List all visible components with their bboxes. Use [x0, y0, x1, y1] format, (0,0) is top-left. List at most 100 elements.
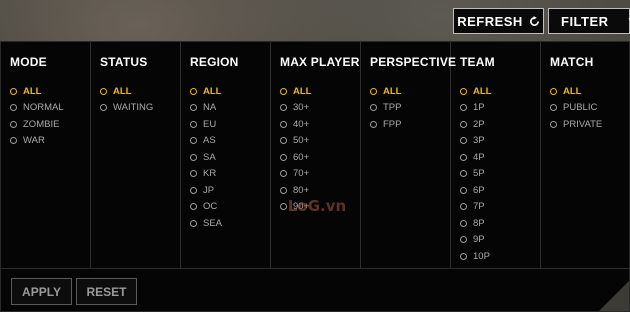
option-team-10p[interactable]: 10P: [460, 248, 540, 265]
column-title-team: TEAM: [460, 55, 495, 69]
filter-columns: MODE ALL NORMAL ZOMBIE WAR STATUS ALL WAITING RE…: [1, 42, 629, 268]
option-region-all[interactable]: ALL: [190, 83, 270, 100]
reset-button[interactable]: RESET: [76, 278, 137, 305]
option-region-sea[interactable]: SEA: [190, 215, 270, 232]
option-label: OC: [203, 201, 218, 213]
filter-column-perspective: PERSPECTIVE ALL TPP FPP: [361, 42, 457, 268]
radio-icon: [100, 104, 107, 112]
radio-icon: [370, 104, 377, 112]
radio-icon: [190, 87, 197, 95]
option-label: 40+: [293, 118, 310, 130]
option-label: ALL: [293, 85, 312, 97]
option-mode-zombie[interactable]: ZOMBIE: [10, 116, 90, 133]
option-team-3p[interactable]: 3P: [460, 133, 540, 150]
option-max-player-all[interactable]: ALL: [280, 83, 360, 100]
panel-corner-cut: [599, 281, 629, 311]
option-max-player-90[interactable]: 90+: [280, 199, 360, 216]
option-mode-war[interactable]: WAR: [10, 133, 90, 150]
filter-label: FILTER: [561, 13, 609, 29]
option-mode-normal[interactable]: NORMAL: [10, 100, 90, 117]
radio-icon: [460, 170, 467, 178]
option-team-1p[interactable]: 1P: [460, 100, 540, 117]
option-label: SEA: [203, 217, 223, 229]
option-label: 80+: [293, 184, 310, 196]
option-max-player-80[interactable]: 80+: [280, 182, 360, 199]
option-label: ALL: [203, 85, 222, 97]
filter-button[interactable]: FILTER ▼: [548, 8, 630, 34]
column-title-match: MATCH: [550, 55, 594, 69]
radio-icon: [550, 120, 557, 128]
option-label: TPP: [383, 102, 402, 114]
radio-icon: [370, 87, 377, 95]
option-match-all[interactable]: ALL: [550, 83, 629, 100]
option-match-private[interactable]: PRIVATE: [550, 116, 629, 133]
radio-icon: [280, 120, 287, 128]
radio-icon: [280, 203, 287, 211]
option-label: WAITING: [113, 102, 154, 114]
option-label: 70+: [293, 168, 310, 180]
radio-icon: [460, 153, 467, 161]
option-perspective-all[interactable]: ALL: [370, 83, 450, 100]
option-label: PUBLIC: [563, 102, 598, 114]
option-status-all[interactable]: ALL: [100, 83, 180, 100]
option-team-7p[interactable]: 7P: [460, 199, 540, 216]
column-title-mode: MODE: [10, 55, 47, 69]
option-label: SA: [203, 151, 216, 163]
option-team-4p[interactable]: 4P: [460, 149, 540, 166]
option-label: 2P: [473, 118, 485, 130]
option-mode-all[interactable]: ALL: [10, 83, 90, 100]
option-match-public[interactable]: PUBLIC: [550, 100, 629, 117]
option-perspective-fpp[interactable]: FPP: [370, 116, 450, 133]
option-region-eu[interactable]: EU: [190, 116, 270, 133]
option-team-2p[interactable]: 2P: [460, 116, 540, 133]
option-region-kr[interactable]: KR: [190, 166, 270, 183]
option-team-5p[interactable]: 5P: [460, 166, 540, 183]
option-label: 3P: [473, 135, 485, 147]
radio-icon: [460, 104, 467, 112]
radio-icon: [100, 87, 107, 95]
column-title-region: REGION: [190, 55, 239, 69]
option-max-player-50[interactable]: 50+: [280, 133, 360, 150]
radio-icon: [190, 186, 197, 194]
radio-icon: [280, 87, 287, 95]
option-perspective-tpp[interactable]: TPP: [370, 100, 450, 117]
filter-actions: APPLY RESET: [1, 268, 629, 311]
option-team-all[interactable]: ALL: [460, 83, 540, 100]
option-region-na[interactable]: NA: [190, 100, 270, 117]
radio-icon: [190, 170, 197, 178]
option-max-player-30[interactable]: 30+: [280, 100, 360, 117]
option-label: FPP: [383, 118, 402, 130]
option-label: 10P: [473, 250, 490, 262]
option-team-9p[interactable]: 9P: [460, 232, 540, 249]
option-label: 5P: [473, 168, 485, 180]
option-region-oc[interactable]: OC: [190, 199, 270, 216]
option-team-8p[interactable]: 8P: [460, 215, 540, 232]
option-region-sa[interactable]: SA: [190, 149, 270, 166]
column-title-perspective: PERSPECTIVE: [370, 55, 457, 69]
option-max-player-60[interactable]: 60+: [280, 149, 360, 166]
apply-button[interactable]: APPLY: [11, 278, 72, 305]
caret-down-icon: ▼: [627, 16, 630, 27]
option-region-as[interactable]: AS: [190, 133, 270, 150]
filter-column-max-player: MAX PLAYER ALL 30+ 40+ 50+ 60+ 70+ 80+ 90+: [271, 42, 361, 268]
radio-icon: [550, 104, 557, 112]
option-team-6p[interactable]: 6P: [460, 182, 540, 199]
radio-icon: [460, 120, 467, 128]
option-label: KR: [203, 168, 217, 180]
radio-icon: [10, 120, 17, 128]
filter-column-match: MATCH ALL PUBLIC PRIVATE: [541, 42, 629, 268]
filter-panel: MODE ALL NORMAL ZOMBIE WAR STATUS ALL WAITING RE…: [0, 41, 630, 312]
refresh-button[interactable]: REFRESH: [453, 8, 544, 34]
option-label: JP: [203, 184, 215, 196]
option-label: 6P: [473, 184, 485, 196]
option-max-player-70[interactable]: 70+: [280, 166, 360, 183]
option-region-jp[interactable]: JP: [190, 182, 270, 199]
option-label: ALL: [23, 85, 42, 97]
column-title-status: STATUS: [100, 55, 148, 69]
radio-icon: [190, 104, 197, 112]
radio-icon: [460, 203, 467, 211]
radio-icon: [10, 137, 17, 145]
option-status-waiting[interactable]: WAITING: [100, 100, 180, 117]
radio-icon: [460, 219, 467, 227]
option-max-player-40[interactable]: 40+: [280, 116, 360, 133]
